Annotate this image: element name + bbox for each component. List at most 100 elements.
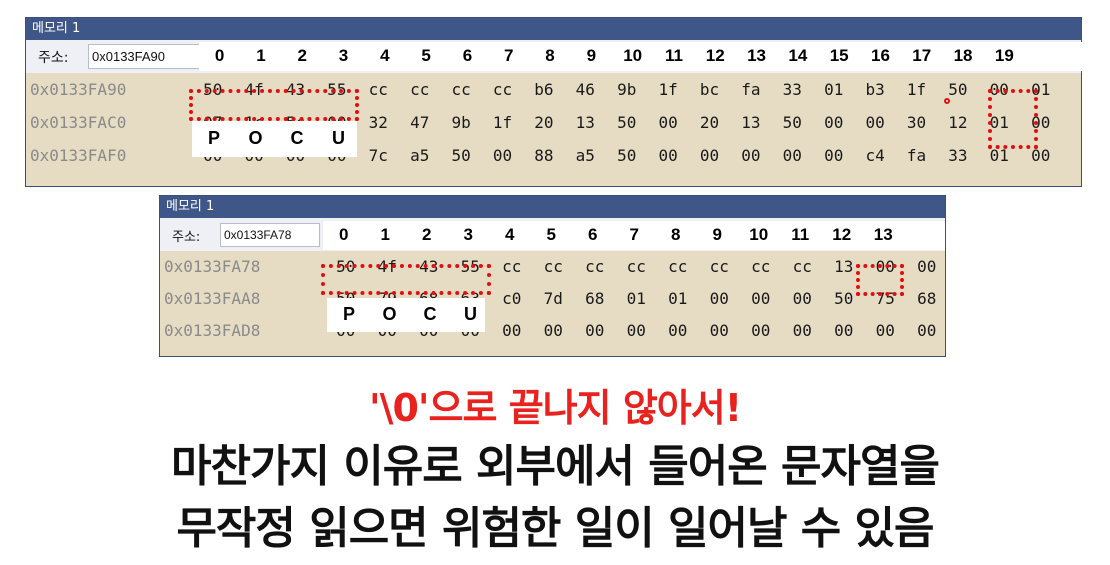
column-header: 14 — [788, 46, 808, 65]
column-headers: 0 1 2 3 4 5 6 7 8 9 10 11 12 13 14 15 16 17 18 19 — [199, 42, 1082, 71]
byte-cell: cc — [410, 80, 430, 99]
column-header: 9 — [586, 46, 597, 65]
byte-cell: cc — [492, 80, 513, 99]
column-header: 4 — [380, 46, 390, 65]
byte-cell: a5 — [410, 146, 430, 165]
byte-cell: bc — [699, 80, 720, 99]
byte-cell: c0 — [502, 289, 522, 308]
byte-cell: 50 — [834, 289, 854, 308]
memory-window-title: 메모리 1 — [26, 18, 1081, 40]
byte-cell: 43 — [419, 257, 439, 276]
byte-cell: 68 — [585, 289, 605, 308]
byte-cell: b6 — [534, 80, 554, 99]
byte-cell: 00 — [782, 146, 802, 165]
byte-cell: 30 — [906, 113, 927, 132]
byte-cell: 1f — [658, 80, 678, 99]
byte-cell: cc — [585, 257, 605, 276]
ascii-letter: O — [382, 304, 397, 324]
byte-cell: cc — [502, 257, 522, 276]
byte-cell: 00 — [626, 321, 646, 340]
byte-cell: 01 — [824, 80, 844, 99]
byte-cell: 01 — [1031, 80, 1051, 99]
byte-cell: 9b — [451, 113, 471, 132]
column-header: 7 — [504, 46, 514, 65]
byte-cell: 00 — [865, 113, 885, 132]
byte-cell: cc — [709, 257, 729, 276]
column-header: 6 — [588, 225, 598, 244]
memory-window-2: 메모리 1 주소: 0x0133FA78 0 1 2 3 4 5 6 7 8 9 10 11 12 13 … — [159, 195, 946, 357]
byte-cell: 00 — [658, 113, 678, 132]
byte-cell: 50 — [948, 80, 968, 99]
byte-cell: 33 — [948, 146, 968, 165]
byte-cell: 00 — [709, 289, 729, 308]
column-headers: 0 1 2 3 4 5 6 7 8 9 10 11 12 13 — [323, 221, 945, 250]
byte-cell: cc — [368, 80, 388, 99]
memory-window-1: 메모리 1 주소: 0x0133FA90 0 1 2 3 4 5 6 7 8 9 10 11 12 13 1… — [25, 17, 1082, 187]
memory-window-title: 메모리 1 — [160, 196, 945, 218]
byte-cell: 68 — [917, 289, 937, 308]
column-header: 0 — [214, 46, 225, 65]
byte-cell: fa — [741, 80, 761, 99]
byte-cell: 00 — [792, 321, 812, 340]
ascii-letter: P — [342, 304, 355, 324]
column-header: 11 — [791, 225, 810, 244]
byte-cell: 01 — [668, 289, 688, 308]
byte-cell: 50 — [617, 113, 637, 132]
address-input[interactable]: 0x0133FA78 — [220, 223, 320, 247]
column-header: 5 — [421, 46, 431, 65]
byte-cell: c4 — [865, 146, 885, 165]
column-header: 19 — [994, 46, 1014, 65]
byte-cell: 00 — [875, 321, 895, 340]
address-label: 주소: — [38, 50, 69, 66]
byte-cell: b3 — [865, 80, 885, 99]
byte-cell: 50 — [782, 113, 802, 132]
byte-cell: a5 — [575, 146, 595, 165]
ascii-letter: C — [290, 128, 304, 148]
byte-cell: 43 — [285, 80, 306, 99]
byte-cell: 00 — [834, 321, 854, 340]
ascii-letter: C — [423, 304, 437, 324]
byte-cell: 00 — [543, 321, 563, 340]
row-address: 0x0133FAF0 — [30, 146, 127, 165]
address-bar: 주소: 0x0133FA90 0 1 2 3 4 5 6 7 8 9 10 11 12 13 14 15 16 1… — [26, 40, 1082, 73]
ascii-letter: P — [207, 128, 220, 148]
byte-cell: cc — [668, 257, 688, 276]
ascii-letter: O — [248, 128, 263, 148]
byte-cell: cc — [543, 257, 563, 276]
marker-dot — [944, 98, 950, 104]
byte-cell: 00 — [1031, 113, 1051, 132]
row-address: 0x0133FAD8 — [164, 321, 261, 340]
column-header: 13 — [873, 225, 893, 244]
column-header: 9 — [712, 225, 722, 244]
byte-cell: 00 — [502, 321, 522, 340]
byte-cell: 00 — [917, 321, 937, 340]
byte-cell: 12 — [948, 113, 968, 132]
column-header: 3 — [463, 225, 473, 244]
byte-cell: 50 — [451, 146, 471, 165]
column-header: 18 — [953, 46, 973, 65]
column-header: 1 — [380, 225, 390, 244]
byte-cell: 00 — [917, 257, 937, 276]
row-address: 0x0133FAC0 — [30, 113, 127, 132]
byte-cell: 00 — [792, 289, 812, 308]
caption-line-1: '\0'으로 끝나지 않아서! — [368, 386, 742, 430]
column-header: 2 — [297, 46, 307, 65]
byte-cell: 9b — [617, 80, 637, 99]
byte-cell: 00 — [989, 80, 1009, 99]
byte-cell: 00 — [875, 257, 895, 276]
byte-cell: 50 — [203, 80, 223, 99]
byte-cell: 7c — [368, 146, 388, 165]
caption-line-2: 마찬가지 이유로 외부에서 들어온 문자열을 — [171, 441, 940, 492]
ascii-letter: U — [464, 304, 477, 324]
column-header: 8 — [545, 46, 555, 65]
byte-cell: cc — [451, 80, 471, 99]
byte-cell: fa — [906, 146, 927, 165]
column-header: 10 — [623, 46, 643, 65]
byte-cell: 4f — [377, 257, 397, 276]
byte-cell: 7d — [543, 289, 563, 308]
column-header: 5 — [546, 225, 556, 244]
byte-cell: 50 — [336, 257, 356, 276]
column-header: 8 — [671, 225, 681, 244]
row-address: 0x0133FAA8 — [164, 289, 261, 308]
byte-cell: 00 — [658, 146, 678, 165]
